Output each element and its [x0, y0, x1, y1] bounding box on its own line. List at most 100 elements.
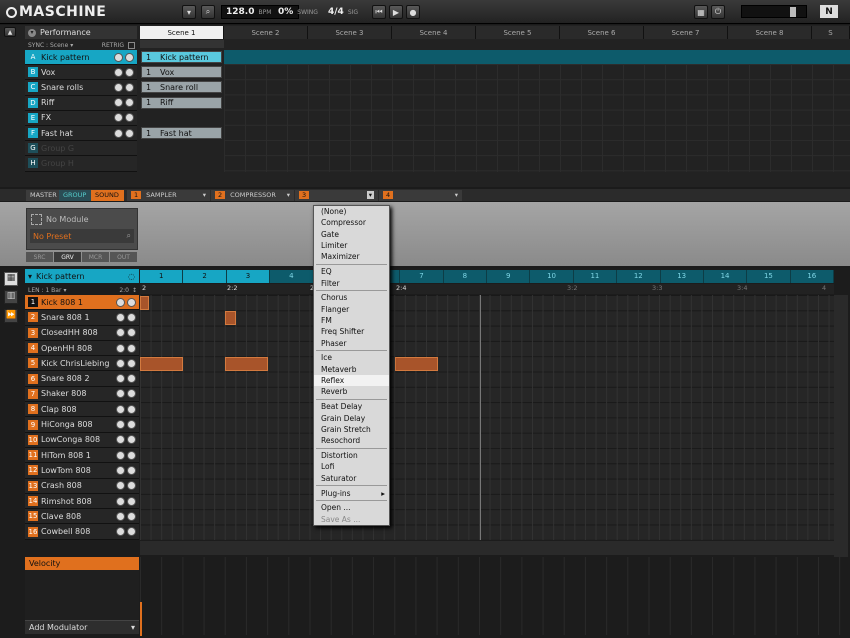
mute-knob[interactable] [116, 374, 125, 384]
mute-knob[interactable] [116, 312, 125, 322]
scene-header[interactable]: Scene 5 [476, 26, 560, 39]
scene-header[interactable]: Scene 7 [644, 26, 728, 39]
keyboard-mode-button[interactable]: ▥ [4, 290, 18, 304]
scene-header[interactable]: Scene 8 [728, 26, 812, 39]
menu-item[interactable]: Grain Stretch [314, 424, 389, 435]
play-button[interactable]: ▶ [389, 5, 403, 19]
volume-knob[interactable] [127, 389, 136, 399]
scene-header[interactable]: S [812, 26, 850, 39]
group-row[interactable]: C Snare rolls [25, 80, 137, 96]
mute-knob[interactable] [116, 389, 125, 399]
menu-item[interactable]: Distortion [314, 450, 389, 461]
menu-item[interactable]: Flanger [314, 304, 389, 315]
pattern-clip[interactable]: 1 Fast hat [141, 127, 222, 139]
menu-item[interactable]: EQ [314, 266, 389, 277]
pad-button[interactable]: 3 [226, 269, 271, 283]
note-event[interactable] [225, 311, 236, 326]
sound-row[interactable]: 5 Kick ChrisLiebing [25, 356, 139, 372]
sound-row[interactable]: 9 HiConga 808 [25, 417, 139, 433]
sound-row[interactable]: 13 Crash 808 [25, 478, 139, 494]
mute-knob[interactable] [116, 465, 125, 475]
velocity-bar[interactable] [140, 602, 142, 636]
volume-knob[interactable] [125, 98, 134, 108]
record-button[interactable]: ● [406, 5, 420, 19]
volume-knob[interactable] [125, 128, 134, 138]
menu-item[interactable]: Chorus [314, 292, 389, 303]
menu-item[interactable]: Phaser [314, 337, 389, 348]
pad-button[interactable]: 10 [530, 269, 574, 283]
menu-dropdown-button[interactable]: ▾ [182, 5, 196, 19]
sound-row[interactable]: 8 Clap 808 [25, 402, 139, 418]
volume-slider[interactable] [741, 5, 807, 18]
sound-row[interactable]: 6 Snare 808 2 [25, 371, 139, 387]
menu-item[interactable]: (None) [314, 206, 389, 217]
menu-item[interactable]: Reverb [314, 386, 389, 397]
volume-knob[interactable] [127, 465, 136, 475]
group-row[interactable]: B Vox [25, 65, 137, 81]
sound-row[interactable]: 3 ClosedHH 808 [25, 325, 139, 341]
pad-button[interactable]: 13 [660, 269, 704, 283]
pattern-clip[interactable]: 1 Vox [141, 66, 222, 79]
solo-knob[interactable] [114, 82, 123, 92]
sound-row[interactable]: 14 Rimshot 808 [25, 493, 139, 510]
velocity-lane[interactable] [140, 557, 848, 635]
tab-group[interactable]: GROUP [59, 189, 91, 201]
mute-knob[interactable] [116, 435, 125, 445]
volume-knob[interactable] [127, 481, 136, 491]
solo-knob[interactable] [114, 113, 123, 123]
mode-selector[interactable]: ▾ Performance [25, 26, 137, 39]
pattern-clip[interactable]: 1 Snare roll [141, 81, 222, 94]
vertical-scrollbar[interactable] [834, 295, 848, 557]
mute-knob[interactable] [116, 404, 125, 414]
solo-knob[interactable] [114, 98, 123, 108]
sound-row[interactable]: 1 Kick 808 1 [25, 295, 139, 311]
volume-knob[interactable] [127, 511, 136, 521]
module-slot[interactable]: 3 ▾ [295, 189, 378, 201]
pad-button[interactable]: 4 [270, 269, 314, 283]
volume-knob[interactable] [127, 420, 136, 430]
volume-slider-handle[interactable] [790, 7, 796, 17]
solo-knob[interactable] [114, 128, 123, 138]
search-button[interactable]: ⌕ [201, 5, 215, 19]
volume-knob[interactable] [127, 297, 136, 307]
volume-knob[interactable] [127, 374, 136, 384]
note-event[interactable] [140, 296, 149, 310]
sound-row[interactable]: 7 Shaker 808 [25, 386, 139, 403]
subtab-grv[interactable]: GRV [54, 252, 81, 262]
pad-button[interactable]: 16 [790, 269, 834, 283]
volume-knob[interactable] [127, 312, 136, 322]
subtab-src[interactable]: SRC [26, 252, 53, 262]
pad-button[interactable]: 7 [400, 269, 444, 283]
velocity-lane-header[interactable]: Velocity [25, 557, 139, 570]
sound-row[interactable]: 11 HiTom 808 1 [25, 447, 139, 464]
pad-button[interactable]: 12 [617, 269, 661, 283]
grid-view-button[interactable]: ▦ [4, 272, 18, 286]
volume-knob[interactable] [125, 82, 134, 92]
volume-knob[interactable] [127, 328, 136, 338]
group-row[interactable]: A Kick pattern [25, 50, 137, 66]
pad-button[interactable]: 2 [183, 269, 227, 283]
menu-item[interactable]: Freq Shifter [314, 326, 389, 337]
solo-knob[interactable] [114, 52, 123, 62]
note-event[interactable] [395, 357, 438, 372]
add-modulator-button[interactable]: Add Modulator ▾ [25, 620, 139, 634]
menu-item[interactable]: Reflex [314, 374, 389, 387]
menu-item[interactable]: Gate [314, 229, 389, 240]
length-selector[interactable]: LEN : 1 Bar [28, 287, 61, 294]
volume-knob[interactable] [125, 52, 134, 62]
subtab-out[interactable]: OUT [110, 252, 137, 262]
sound-row[interactable]: 10 LowConga 808 [25, 432, 139, 448]
volume-knob[interactable] [127, 450, 136, 460]
volume-knob[interactable] [127, 527, 136, 537]
timeline-ruler[interactable]: 22:22:32:43:23:33:44 [140, 284, 834, 294]
mute-knob[interactable] [116, 328, 125, 338]
sound-row[interactable]: 15 Clave 808 [25, 509, 139, 525]
mute-knob[interactable] [116, 496, 125, 506]
menu-item[interactable]: Filter [314, 277, 389, 288]
volume-knob[interactable] [127, 435, 136, 445]
menu-item[interactable]: Lofi [314, 461, 389, 472]
scene-header[interactable]: Scene 2 [224, 26, 308, 39]
signature-field[interactable]: 4/4 SIG [324, 5, 366, 19]
preset-selector[interactable]: No Preset ⌕ [30, 229, 134, 243]
menu-item[interactable]: Open ... [314, 502, 389, 513]
